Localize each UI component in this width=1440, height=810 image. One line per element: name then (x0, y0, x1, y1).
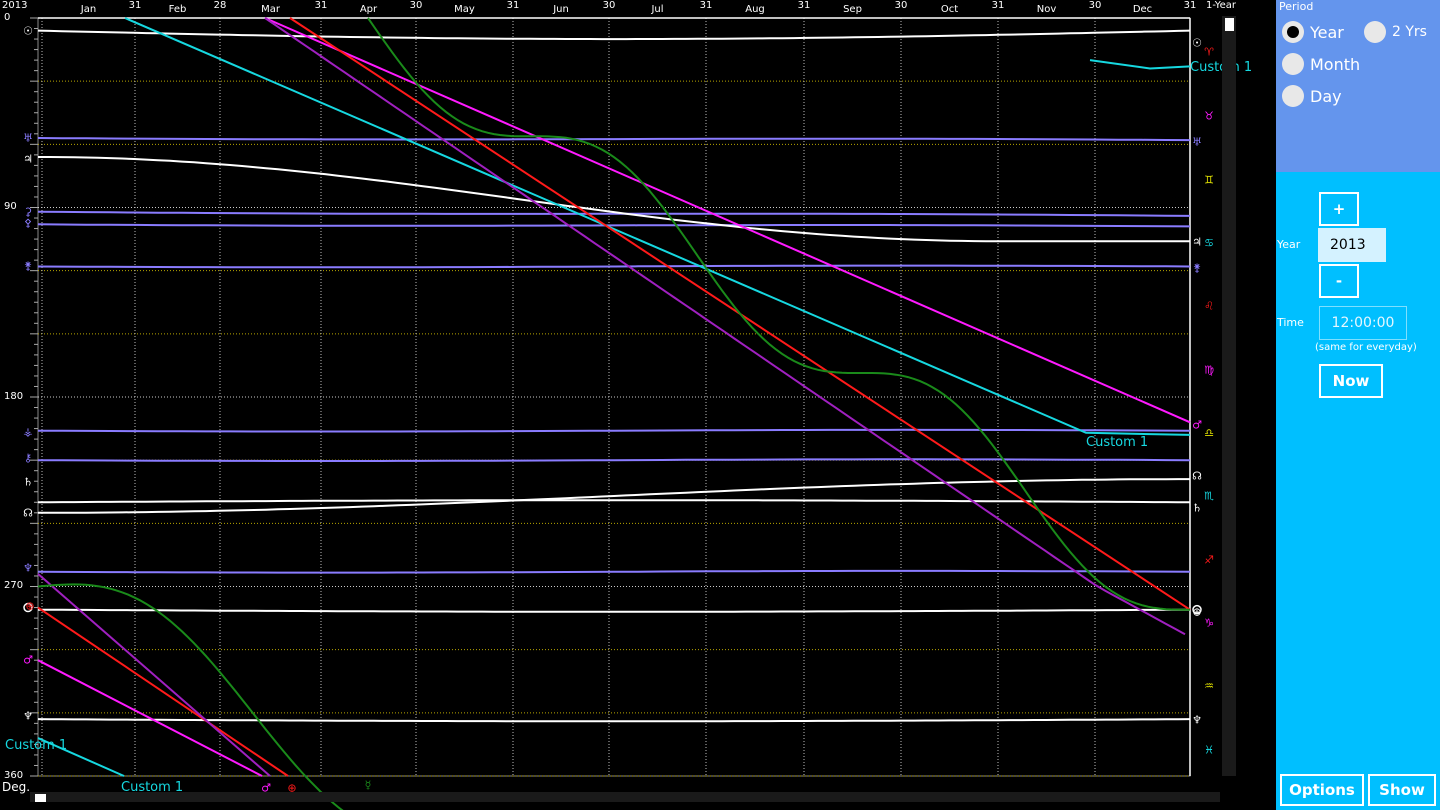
period-year-radio[interactable]: Year (1282, 21, 1344, 43)
leo-icon: ♌ (1204, 299, 1214, 313)
outer-planet-line (37, 223, 1191, 228)
month-label: Dec (1132, 4, 1153, 15)
juno-right-icon: ⚵ (1192, 261, 1202, 275)
mars-right-icon: ♂ (1192, 418, 1202, 432)
vertical-scrollbar[interactable] (1222, 16, 1236, 776)
mercury-bottom-icon: ☿ (364, 778, 372, 792)
month-end-label: 30 (602, 0, 616, 11)
month-end-label: 28 (213, 0, 227, 11)
month-end-label: 31 (699, 0, 713, 11)
curve-label-custom-mid: Custom 1 (1086, 435, 1149, 450)
uranus-right-icon: ♅ (1192, 135, 1202, 149)
radio-icon (1282, 85, 1304, 107)
curve-label-custom-left: Custom 1 (5, 738, 68, 753)
time-field-label: Time (1277, 316, 1304, 329)
time-note: (same for everyday) (1315, 342, 1417, 353)
virgo-icon: ♍ (1204, 363, 1214, 377)
sun-right-icon: ☉ (1192, 36, 1202, 50)
chart-year-label: 2013 (2, 0, 28, 11)
saturn-right-icon: ♄ (1192, 501, 1202, 515)
degree-axis-title: Deg. (2, 780, 31, 794)
libra-icon: ♎ (1204, 426, 1214, 440)
aries-icon: ♈ (1204, 45, 1214, 59)
period-day-label: Day (1310, 86, 1342, 106)
earth-right-icon: ⊕ (1192, 605, 1202, 619)
year-input[interactable]: 2013 (1318, 228, 1386, 262)
month-label: Mar (261, 4, 280, 15)
month-end-label: 30 (894, 0, 908, 11)
pisces-icon: ♓ (1204, 743, 1214, 757)
time-input[interactable]: 12:00:00 (1319, 306, 1407, 340)
month-label: Nov (1036, 4, 1057, 15)
year-increment-button[interactable]: + (1319, 192, 1359, 226)
month-end-label: 30 (409, 0, 423, 11)
chart-mode-label: 1-Year (1206, 0, 1236, 11)
month-label: Apr (359, 4, 378, 15)
chart-plot (23, 17, 1202, 810)
month-end-label: 31 (797, 0, 811, 11)
month-label: Feb (168, 4, 187, 15)
month-label: Jan (80, 4, 97, 15)
radio-icon (1364, 21, 1386, 43)
options-button[interactable]: Options (1280, 774, 1364, 806)
taurus-icon: ♉ (1204, 109, 1214, 123)
sagittarius-icon: ♐ (1204, 553, 1214, 567)
month-label: Aug (745, 4, 765, 15)
year-field-label: Year (1277, 238, 1301, 251)
horizontal-scrollbar[interactable] (30, 792, 1220, 802)
scorpio-icon: ♏ (1204, 489, 1214, 503)
month-end-label: 31 (991, 0, 1005, 11)
gemini-icon: ♊ (1204, 173, 1214, 187)
degree-label-0: 0 (4, 12, 11, 23)
juno-icon: ⚵ (23, 259, 33, 273)
saturn-icon: ♄ (23, 475, 33, 489)
month-label: May (454, 4, 475, 15)
degree-label-90: 90 (4, 201, 17, 212)
period-month-radio[interactable]: Month (1282, 53, 1360, 75)
neptune-icon: ♆ (23, 709, 33, 723)
earth-icon: ⊕ (25, 599, 35, 613)
node-icon: ☊ (23, 506, 33, 520)
chiron-icon: ⚷ (23, 451, 33, 465)
period-month-label: Month (1310, 54, 1361, 74)
month-end-label: 31 (128, 0, 142, 11)
outer-planet-line (37, 137, 1191, 142)
month-label: Jun (553, 4, 569, 15)
cancer-icon: ♋ (1204, 236, 1214, 250)
period-day-radio[interactable]: Day (1282, 85, 1342, 107)
ephemeris-chart: 2013 1-Year Jan Feb Mar Apr May Jun Jul Aug Sep O… (0, 0, 1276, 810)
month-label: Sep (843, 4, 862, 15)
period-2yrs-label: 2 Yrs (1392, 24, 1427, 40)
now-button[interactable]: Now (1319, 364, 1383, 398)
capricorn-icon: ♑ (1204, 616, 1214, 630)
radio-icon (1282, 53, 1304, 75)
mars-icon: ♂ (23, 653, 33, 667)
month-label: Jul (651, 4, 664, 15)
neptune-chart-icon: ♆ (23, 561, 33, 575)
vertical-scroll-thumb[interactable] (1225, 18, 1234, 31)
jupiter-right-icon: ♃ (1192, 235, 1202, 249)
horizontal-scroll-thumb[interactable] (35, 794, 46, 802)
month-end-label: 31 (506, 0, 520, 11)
period-year-label: Year (1310, 22, 1344, 42)
node-right-icon: ☊ (1192, 469, 1202, 483)
jupiter-icon: ♃ (23, 152, 33, 166)
period-2yrs-radio[interactable]: 2 Yrs (1364, 21, 1427, 43)
aquarius-icon: ♒ (1204, 679, 1214, 693)
month-end-label: 31 (314, 0, 328, 11)
month-end-label: 30 (1088, 0, 1102, 11)
month-end-label: 31 (1183, 0, 1197, 11)
year-decrement-button[interactable]: - (1319, 264, 1359, 298)
degree-label-270: 270 (4, 580, 24, 591)
uranus-icon: ♅ (23, 131, 33, 145)
neptune-right-icon: ♆ (1192, 713, 1202, 727)
show-button[interactable]: Show (1368, 774, 1436, 806)
pallas-icon: ⚴ (23, 216, 33, 230)
period-title: Period (1279, 0, 1314, 13)
sun-icon: ☉ (23, 24, 33, 38)
degree-label-180: 180 (4, 391, 24, 402)
radio-selected-icon (1282, 21, 1304, 43)
vesta-icon: ⚶ (23, 425, 33, 439)
month-label: Oct (940, 4, 959, 15)
